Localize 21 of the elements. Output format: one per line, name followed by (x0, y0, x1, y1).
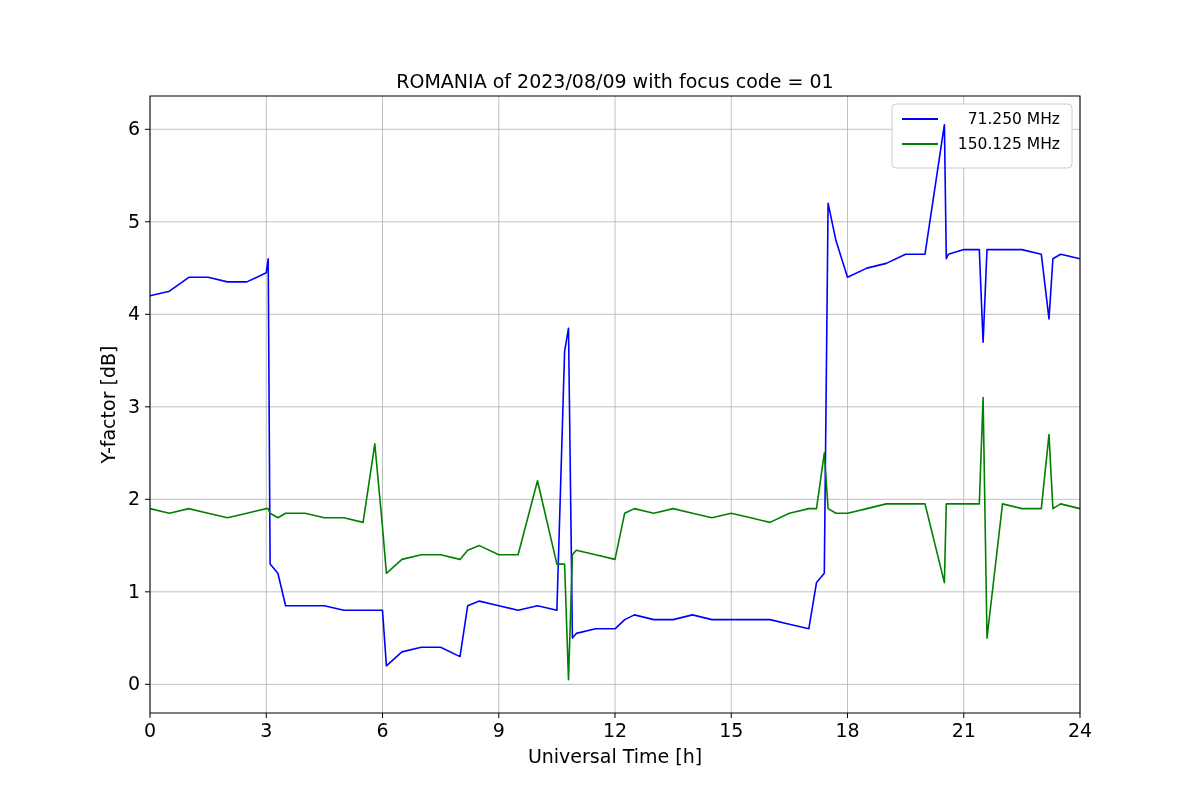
legend-label: 150.125 MHz (957, 135, 1060, 153)
x-axis-label: Universal Time [h] (527, 745, 703, 767)
tick-label: 9 (492, 719, 505, 741)
tick-label: 6 (376, 719, 389, 741)
tick-label: 15 (719, 719, 744, 741)
tick-label: 0 (143, 719, 157, 741)
y-axis-label: Y-factor [dB] (97, 345, 119, 464)
chart-title: ROMANIA of 2023/08/09 with focus code = 01 (396, 70, 834, 92)
tick-label: 24 (1067, 719, 1093, 741)
tick-label: 4 (127, 302, 140, 325)
legend-label: 71.250 MHz (967, 110, 1060, 128)
tick-label: 6 (127, 117, 140, 140)
tick-label: 5 (127, 209, 140, 232)
tick-label: 1 (127, 579, 140, 602)
tick-label: 0 (127, 672, 140, 695)
tick-label: 2 (127, 487, 140, 510)
tick-label: 12 (602, 719, 628, 741)
tick-label: 21 (951, 719, 976, 741)
tick-label: 3 (260, 719, 273, 741)
tick-label: 18 (835, 719, 860, 741)
tick-label: 3 (127, 394, 140, 417)
